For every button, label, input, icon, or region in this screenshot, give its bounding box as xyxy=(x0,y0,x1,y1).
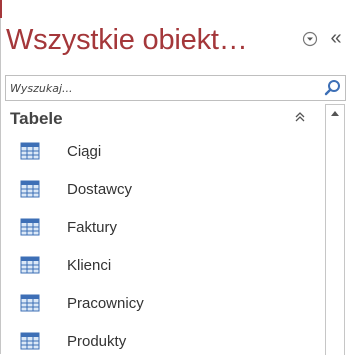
table-icon xyxy=(20,332,40,350)
table-icon xyxy=(20,294,40,312)
list-item-ciagi[interactable]: Ciągi xyxy=(6,136,322,170)
list-item-label: Faktury xyxy=(67,219,118,236)
group-header-tables[interactable]: Tabele xyxy=(6,103,324,133)
list-item-label: Ciągi xyxy=(67,143,102,160)
table-icon xyxy=(20,256,40,274)
search-box xyxy=(5,75,346,101)
list-item-dostawcy[interactable]: Dostawcy xyxy=(6,174,322,208)
circle-chevron-down-icon[interactable] xyxy=(302,31,318,47)
list-item-label: Klienci xyxy=(67,257,112,274)
pane-title[interactable]: Wszystkie obiekt… xyxy=(6,22,248,58)
list-item-klienci[interactable]: Klienci xyxy=(6,250,322,284)
vertical-scrollbar[interactable] xyxy=(325,104,345,355)
table-icon xyxy=(20,218,40,236)
collapse-pane-button[interactable]: « xyxy=(325,27,347,49)
search-input[interactable] xyxy=(6,76,318,100)
list-item-pracownicy[interactable]: Pracownicy xyxy=(6,288,322,322)
list-item-label: Produkty xyxy=(67,333,127,350)
list-item-produkty[interactable]: Produkty xyxy=(6,326,322,360)
list-item-faktury[interactable]: Faktury xyxy=(6,212,322,246)
group-title: Tabele xyxy=(10,109,63,128)
pane-header: Wszystkie obiekt… « xyxy=(0,0,353,62)
list-item-label: Dostawcy xyxy=(67,181,133,198)
table-icon xyxy=(20,142,40,160)
accent-bar xyxy=(0,0,2,18)
list-item-label: Pracownicy xyxy=(67,295,144,312)
scrollbar-track[interactable] xyxy=(326,123,344,355)
scroll-up-arrow-icon[interactable] xyxy=(326,105,344,123)
navigation-pane: Wszystkie obiekt… « Tabele xyxy=(0,0,353,355)
table-icon xyxy=(20,180,40,198)
double-chevron-up-icon[interactable] xyxy=(292,109,308,125)
search-icon[interactable] xyxy=(321,76,345,100)
